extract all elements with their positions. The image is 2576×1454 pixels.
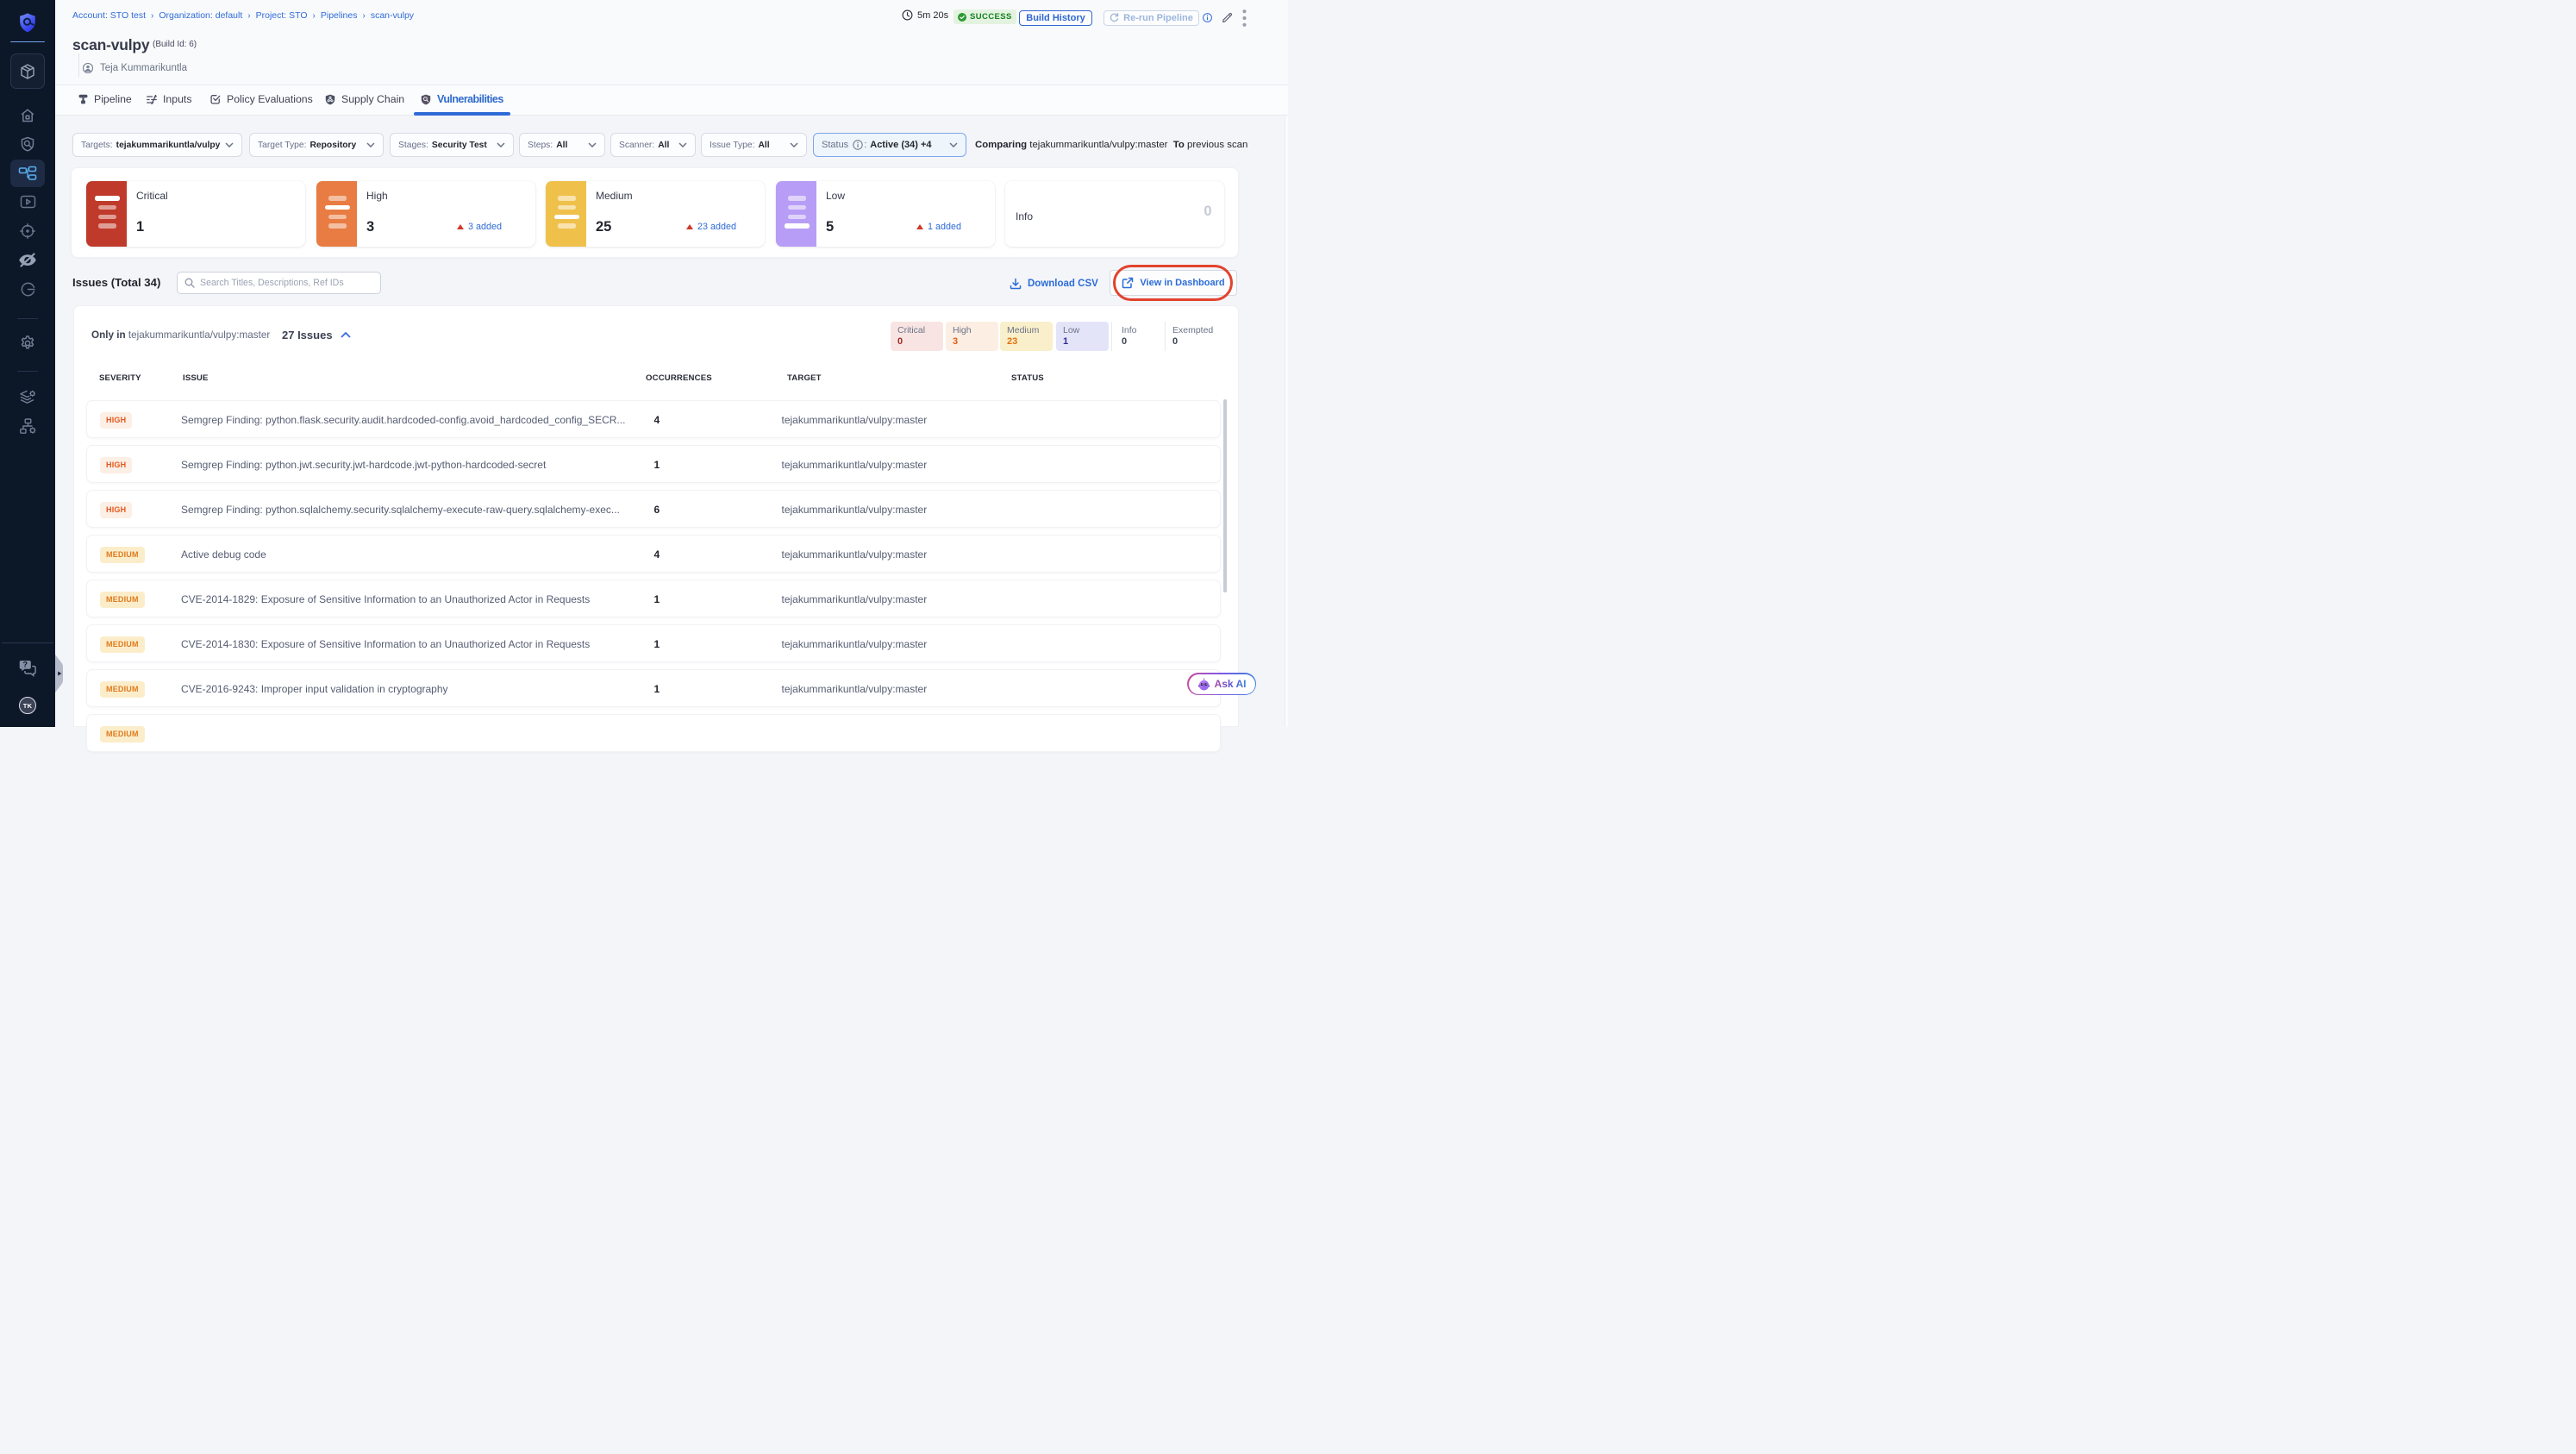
svg-text:?: ? [22,661,28,669]
